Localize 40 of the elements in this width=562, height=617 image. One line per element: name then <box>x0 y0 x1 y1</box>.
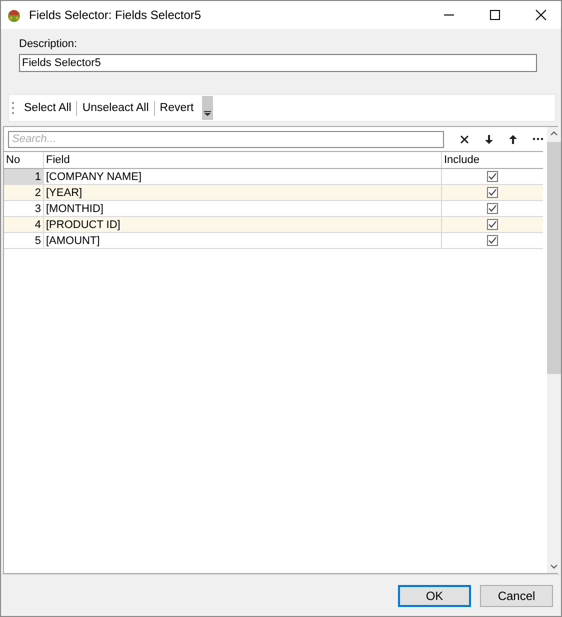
toolbar-button[interactable]: Revert <box>154 102 199 114</box>
ok-button[interactable]: OK <box>398 584 471 606</box>
row-number-cell[interactable]: 5 <box>4 233 44 248</box>
dropdown-arrow-icon <box>204 111 211 116</box>
checkbox[interactable] <box>487 235 498 246</box>
checkbox[interactable] <box>487 203 498 214</box>
description-label: Description: <box>19 38 78 50</box>
toolbar-button[interactable]: Unseleact All <box>77 102 154 114</box>
toolbar-overflow-button[interactable] <box>202 96 213 120</box>
column-header[interactable]: Field <box>44 152 442 168</box>
cancel-button[interactable]: Cancel <box>480 584 553 606</box>
scrollbar[interactable] <box>547 127 561 573</box>
search-field[interactable]: Search... <box>8 130 444 148</box>
more-icon[interactable] <box>533 138 543 140</box>
table-cell: [COMPANY NAME] <box>44 169 442 184</box>
table-cell: [PRODUCT ID] <box>44 217 442 232</box>
close-icon[interactable] <box>535 9 547 21</box>
column-header[interactable]: Include <box>442 152 543 168</box>
scroll-down-icon[interactable] <box>550 564 558 569</box>
scroll-up-icon[interactable] <box>550 131 558 136</box>
description-field[interactable]: Fields Selector5 <box>19 54 537 72</box>
table-cell: [YEAR] <box>44 185 442 200</box>
window-title: Fields Selector: Fields Selector5 <box>29 8 202 22</box>
toolbar-button[interactable]: Select All <box>19 102 76 114</box>
row-number-cell[interactable]: 2 <box>4 185 44 200</box>
checkbox[interactable] <box>487 219 498 230</box>
row-number-cell[interactable]: 3 <box>4 201 44 216</box>
table-cell: [AMOUNT] <box>44 233 442 248</box>
row-number-cell[interactable]: 1 <box>4 169 44 184</box>
maximize-icon[interactable] <box>489 9 501 21</box>
arrow-down-icon[interactable] <box>485 134 493 144</box>
row-number-cell[interactable]: 4 <box>4 217 44 232</box>
app-icon <box>6 7 22 23</box>
column-header[interactable]: No <box>4 152 44 168</box>
clear-icon[interactable] <box>460 134 469 144</box>
checkbox[interactable] <box>487 171 498 182</box>
arrow-up-icon[interactable] <box>509 134 517 144</box>
grip-icon <box>12 101 15 115</box>
table-cell: [MONTHID] <box>44 201 442 216</box>
checkbox[interactable] <box>487 187 498 198</box>
